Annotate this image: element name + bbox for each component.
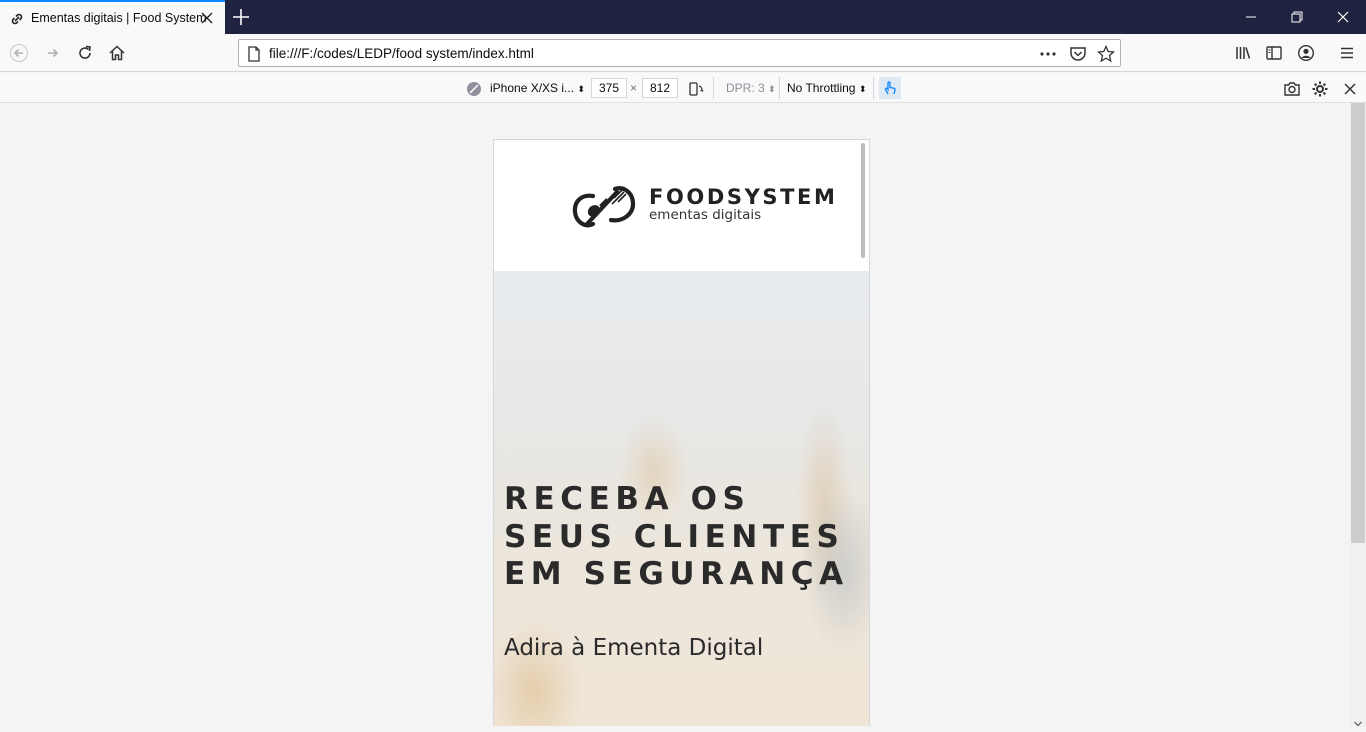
dimension-separator: ×	[630, 81, 638, 95]
tab-active[interactable]: Ementas digitais | Food System	[0, 0, 225, 34]
device-placeholder-icon	[466, 73, 482, 103]
updown-arrows-icon: ⬍	[577, 84, 585, 94]
scroll-down-arrow-icon[interactable]	[1354, 714, 1362, 732]
updown-arrows-icon: ⬍	[768, 84, 776, 94]
hero-title: RECEBA OS SEUS CLIENTES EM SEGURANÇA	[504, 481, 849, 592]
device-viewport: FOODSYSTEM ementas digitais RECEBA OS SE…	[493, 139, 870, 726]
tab-bar: Ementas digitais | Food System	[0, 0, 1366, 34]
address-bar[interactable]: file:///F:/codes/LEDP/food system/index.…	[238, 39, 1121, 67]
scrollbar-thumb[interactable]	[1351, 103, 1365, 543]
device-selector[interactable]: iPhone X/XS i... ⬍	[490, 73, 585, 103]
updown-arrows-icon: ⬍	[858, 84, 867, 94]
reload-icon[interactable]	[72, 40, 98, 66]
dpr-label: DPR: 3	[726, 81, 765, 95]
logo-name: FOODSYSTEM	[649, 185, 838, 209]
logo-tagline: ementas digitais	[649, 207, 762, 223]
sidebar-icon[interactable]	[1261, 40, 1287, 66]
close-tab-icon[interactable]	[199, 10, 215, 26]
foodsystem-logo-icon[interactable]	[571, 182, 637, 230]
pocket-icon[interactable]	[1069, 45, 1087, 63]
hero-subtitle: Adira à Ementa Digital	[504, 635, 764, 661]
touch-simulation-icon[interactable]	[879, 77, 901, 99]
menu-icon[interactable]	[1334, 40, 1360, 66]
back-icon[interactable]	[6, 40, 32, 66]
throttling-selector[interactable]: No Throttling ⬍	[787, 73, 866, 103]
screenshot-camera-icon[interactable]	[1283, 73, 1301, 103]
toolbar-divider	[873, 77, 874, 99]
throttling-label: No Throttling	[787, 81, 856, 95]
navigation-toolbar: file:///F:/codes/LEDP/food system/index.…	[0, 34, 1366, 72]
new-tab-icon[interactable]	[230, 6, 252, 28]
viewport-width-input[interactable]: 375	[591, 78, 627, 98]
page-icon	[247, 46, 261, 67]
toolbar-divider	[713, 77, 714, 99]
account-icon[interactable]	[1293, 40, 1319, 66]
settings-gear-icon[interactable]	[1311, 73, 1329, 103]
responsive-design-toolbar: iPhone X/XS i... ⬍ 375 × 812 DPR: 3 ⬍ No…	[0, 73, 1366, 103]
home-icon[interactable]	[104, 40, 130, 66]
rotate-icon[interactable]	[688, 73, 704, 103]
close-window-icon[interactable]	[1320, 0, 1366, 34]
bookmark-star-icon[interactable]	[1096, 44, 1116, 63]
site-header: FOODSYSTEM ementas digitais	[494, 140, 869, 271]
hero-section: RECEBA OS SEUS CLIENTES EM SEGURANÇA Adi…	[494, 271, 869, 726]
page-scrollbar[interactable]	[1350, 103, 1366, 727]
minimize-icon[interactable]	[1228, 0, 1274, 34]
tab-title: Ementas digitais | Food System	[31, 11, 207, 25]
restore-icon[interactable]	[1274, 0, 1320, 34]
viewport-scrollbar[interactable]	[861, 143, 865, 258]
library-icon[interactable]	[1230, 40, 1256, 66]
close-rdm-icon[interactable]	[1342, 73, 1358, 103]
toolbar-divider	[779, 77, 780, 99]
forward-icon[interactable]	[40, 40, 66, 66]
page-actions-icon[interactable]	[1039, 45, 1057, 63]
link-favicon-icon	[9, 11, 25, 27]
dpr-selector[interactable]: DPR: 3 ⬍	[726, 73, 776, 103]
viewport-height-input[interactable]: 812	[642, 78, 678, 98]
device-label: iPhone X/XS i...	[490, 81, 575, 95]
url-text[interactable]: file:///F:/codes/LEDP/food system/index.…	[269, 46, 534, 61]
